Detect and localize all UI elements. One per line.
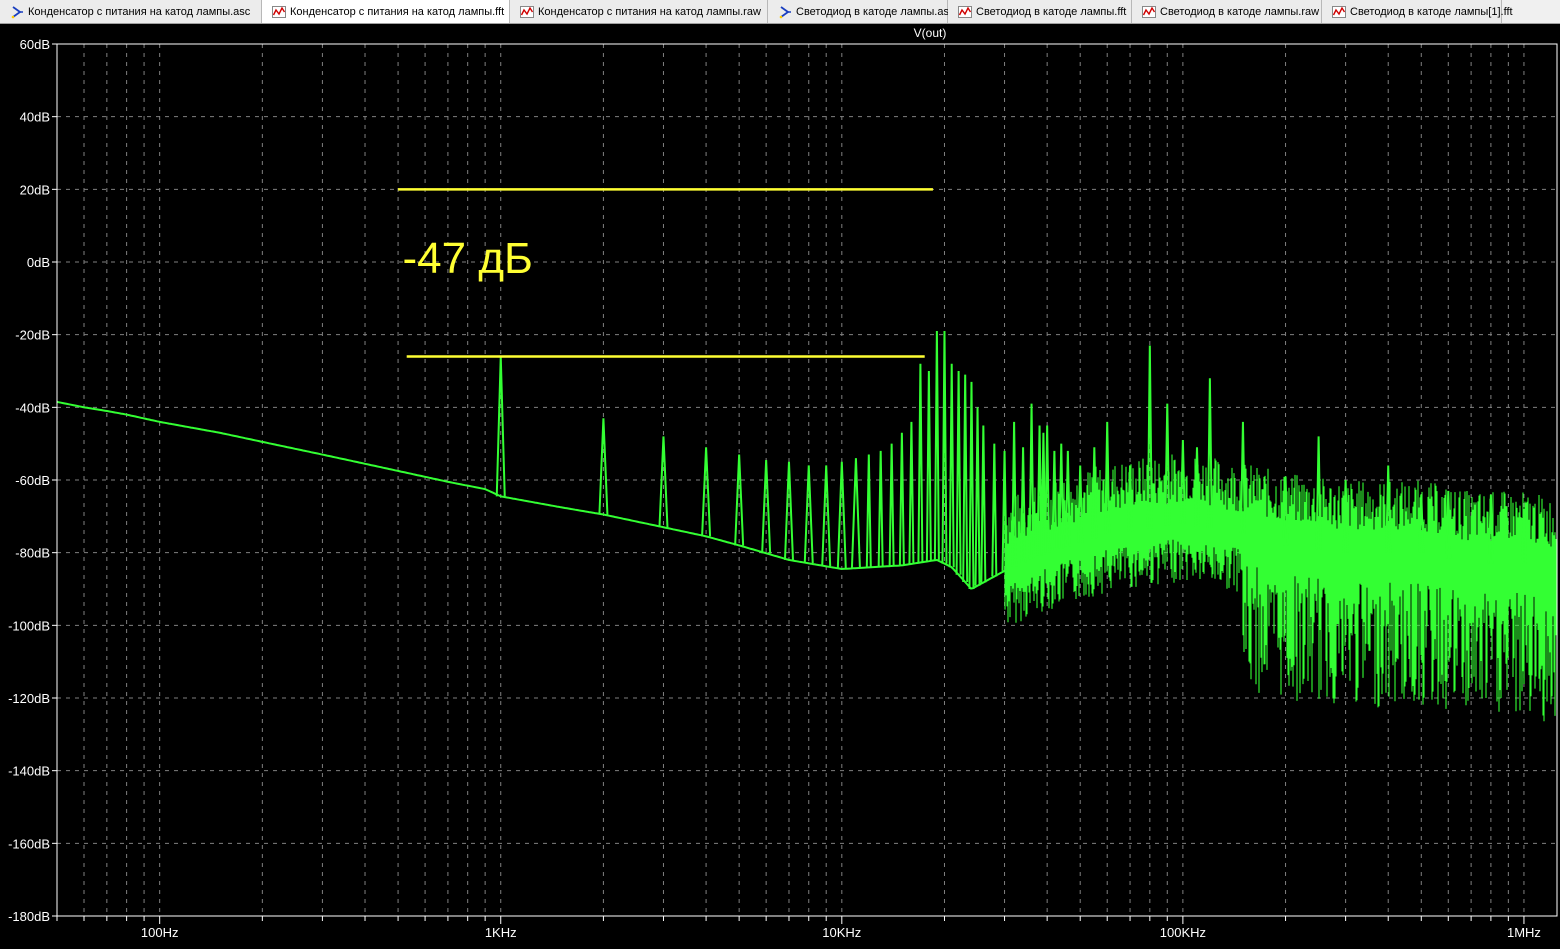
harmonic-peak bbox=[783, 461, 794, 560]
harmonic-peak bbox=[908, 421, 915, 564]
y-tick-label: -20dB bbox=[15, 328, 50, 343]
x-tick-label: 100KHz bbox=[1160, 925, 1206, 940]
harmonic-peak bbox=[955, 370, 962, 575]
y-tick-label: -120dB bbox=[8, 691, 50, 706]
harmonic-peak bbox=[925, 370, 932, 562]
noise-band-trace bbox=[1004, 454, 1558, 722]
harmonic-peak bbox=[877, 450, 884, 567]
y-tick-label: 20dB bbox=[20, 182, 50, 197]
plot-trace-title[interactable]: V(out) bbox=[0, 26, 1560, 40]
harmonic-peak bbox=[948, 363, 955, 568]
x-tick-label: 10KHz bbox=[822, 925, 861, 940]
y-tick-label: -180dB bbox=[8, 909, 50, 924]
y-tick-label: 0dB bbox=[27, 255, 50, 270]
harmonic-peak bbox=[974, 407, 981, 586]
schematic-icon bbox=[778, 5, 792, 19]
harmonic-peak bbox=[898, 432, 905, 566]
tab-4[interactable]: Светодиод в катоде лампы.asc bbox=[768, 0, 954, 23]
tab-label: Светодиод в катоде лампы.fft bbox=[976, 5, 1127, 18]
grid-layer bbox=[56, 43, 1557, 917]
harmonic-peak bbox=[888, 443, 895, 567]
y-tick-label: -100dB bbox=[8, 618, 50, 633]
tab-2[interactable]: Конденсатор с питания на катод лампы.fft bbox=[262, 0, 510, 23]
tab-label: Конденсатор с питания на катод лампы.raw bbox=[538, 5, 761, 18]
harmonic-peak bbox=[968, 381, 975, 590]
harmonic-peak bbox=[1146, 345, 1153, 529]
waveform-icon bbox=[1332, 5, 1346, 19]
y-tick-label: 40dB bbox=[20, 110, 50, 125]
y-tick-label: -140dB bbox=[8, 764, 50, 779]
y-tick-label: -40dB bbox=[15, 400, 50, 415]
harmonic-peak bbox=[941, 331, 948, 564]
harmonic-peak bbox=[495, 356, 506, 497]
tab-label: Светодиод в катоде лампы.asc bbox=[796, 5, 955, 18]
harmonic-peak bbox=[598, 418, 609, 515]
annotation-layer: -47 дБ bbox=[398, 188, 933, 358]
tab-7[interactable]: Светодиод в катоде лампы[1].fft bbox=[1322, 0, 1513, 23]
tab-1[interactable]: Конденсатор с питания на катод лампы.asc bbox=[0, 0, 262, 23]
x-tick-label: 1MHz bbox=[1507, 925, 1541, 940]
tab-label: Светодиод в катоде лампы.raw bbox=[1160, 5, 1320, 18]
tab-5[interactable]: Светодиод в катоде лампы.fft bbox=[948, 0, 1132, 23]
fft-chart[interactable]: -47 дБ 60dB40dB20dB0dB-20dB-40dB-60dB-80… bbox=[0, 24, 1560, 944]
harmonic-peak bbox=[980, 425, 987, 583]
x-tick-label: 1KHz bbox=[485, 925, 517, 940]
harmonic-peak bbox=[962, 374, 969, 583]
y-tick-label: -160dB bbox=[8, 836, 50, 851]
harmonic-peak bbox=[850, 458, 861, 569]
plot-area[interactable]: -47 дБ 60dB 40dB 20dB 0dB -20dB -40dB -60dB -80… bbox=[0, 24, 1560, 944]
tab-6[interactable]: Светодиод в катоде лампы.raw bbox=[1132, 0, 1322, 23]
tab-label: Конденсатор с питания на катод лампы.fft bbox=[290, 6, 505, 18]
tab-3[interactable]: Конденсатор с питания на катод лампы.raw bbox=[510, 0, 768, 23]
x-tick-label: 100Hz bbox=[141, 925, 179, 940]
y-tick-label: -60dB bbox=[15, 473, 50, 488]
waveform-icon bbox=[958, 5, 972, 19]
trace-layer bbox=[56, 331, 1558, 722]
waveform-icon bbox=[520, 5, 534, 19]
tab-label: Светодиод в катоде лампы[1].fft bbox=[1350, 5, 1513, 18]
harmonic-peak bbox=[933, 331, 940, 560]
axis-layer: 60dB40dB20dB0dB-20dB-40dB-60dB-80dB-100d… bbox=[8, 37, 1558, 940]
waveform-icon bbox=[272, 5, 286, 19]
harmonic-peak bbox=[991, 443, 998, 577]
harmonic-peak bbox=[865, 454, 872, 568]
tab-label: Конденсатор с питания на катод лампы.asc bbox=[28, 5, 251, 18]
harmonic-peak bbox=[917, 363, 924, 563]
y-tick-label: -80dB bbox=[15, 546, 50, 561]
document-tab-bar: Конденсатор с питания на катод лампы.asc… bbox=[0, 0, 1560, 24]
annotation-label: -47 дБ bbox=[403, 234, 533, 283]
schematic-icon bbox=[10, 5, 24, 19]
waveform-icon bbox=[1142, 5, 1156, 19]
